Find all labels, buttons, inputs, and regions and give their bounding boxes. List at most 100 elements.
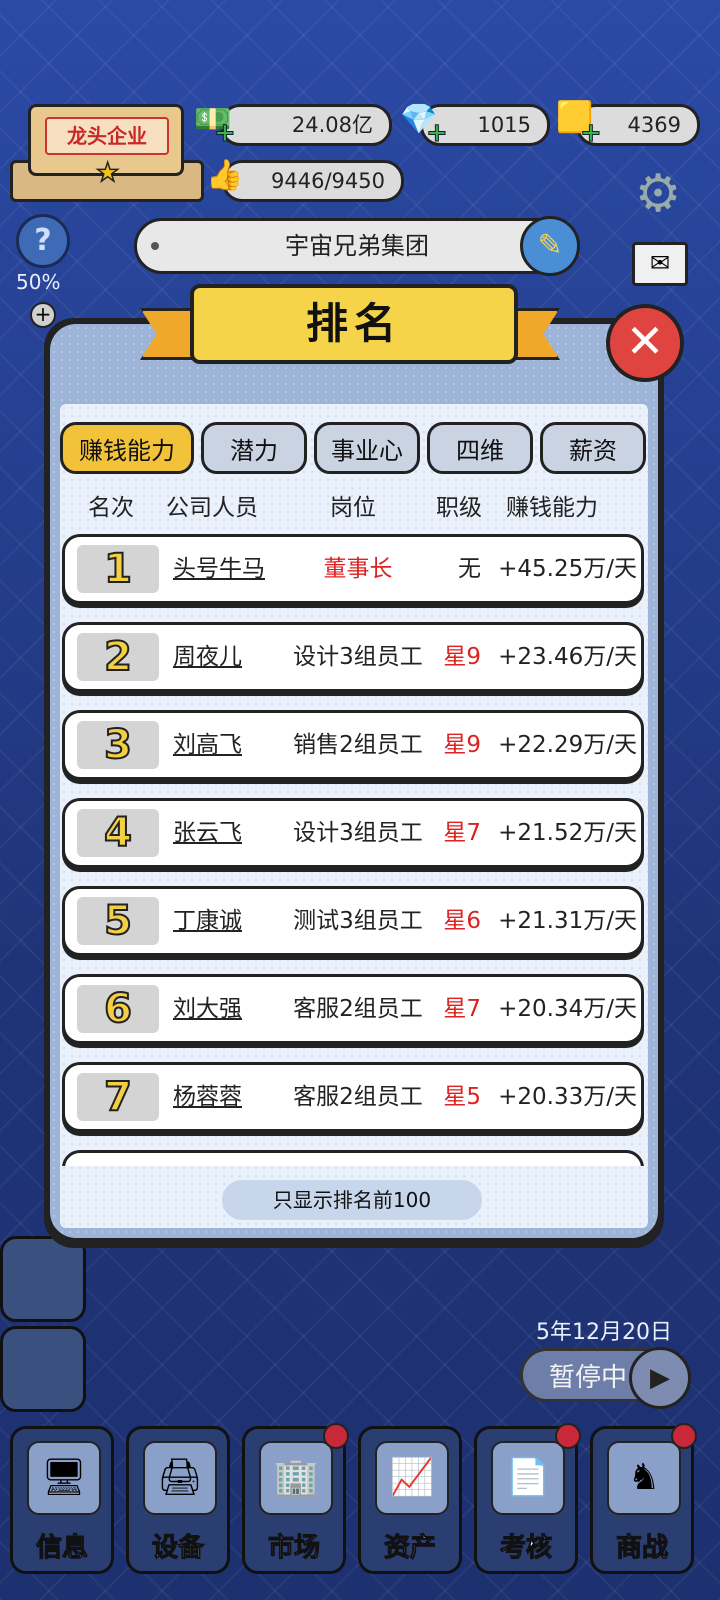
- member-earning: +22.29万/天: [498, 732, 637, 758]
- ranking-tabs: 赚钱能力 潜力 事业心 四维 薪资: [60, 422, 650, 478]
- member-level: 星6: [443, 908, 481, 934]
- nav-review[interactable]: 📄 考核: [474, 1423, 581, 1574]
- member-earning: +20.34万/天: [498, 996, 637, 1022]
- modal-title: 排名: [190, 284, 518, 364]
- star-icon: ★: [95, 157, 120, 189]
- title-ribbon: 排名: [140, 284, 560, 374]
- ranking-row-partial[interactable]: [62, 1150, 644, 1166]
- ranking-row[interactable]: 1 头号牛马 董事长 无 +45.25万/天: [62, 534, 644, 604]
- nav-equipment[interactable]: 🖨 设备: [126, 1426, 230, 1574]
- gear-icon[interactable]: ⚙: [630, 166, 686, 222]
- member-earning: +23.46万/天: [498, 644, 637, 670]
- member-name[interactable]: 刘高飞: [173, 713, 283, 777]
- tab-earning[interactable]: 赚钱能力: [60, 422, 194, 474]
- member-post: 销售2组员工: [293, 732, 423, 758]
- member-level: 星7: [443, 820, 481, 846]
- nav-assets[interactable]: 📈 资产: [358, 1426, 462, 1574]
- member-earning: +20.33万/天: [498, 1084, 637, 1110]
- member-post: 设计3组员工: [293, 644, 423, 670]
- play-icon[interactable]: ▶: [629, 1347, 691, 1409]
- tab-potential[interactable]: 潜力: [201, 422, 307, 474]
- company-level-plaque[interactable]: 龙头企业 ★: [10, 100, 204, 202]
- nav-market-label: 市场: [267, 1533, 320, 1564]
- member-level: 星9: [443, 644, 481, 670]
- side-book-button[interactable]: [0, 1236, 86, 1322]
- header-level: 职级: [436, 495, 482, 521]
- ranking-row[interactable]: 2 周夜儿 设计3组员工 星9 +23.46万/天: [62, 622, 644, 692]
- help-icon[interactable]: ?: [16, 214, 70, 268]
- rank-number: 5: [77, 897, 159, 945]
- member-post: 客服2组员工: [293, 1084, 423, 1110]
- ranking-list[interactable]: 1 头号牛马 董事长 无 +45.25万/天 2 周夜儿 设计3组员工 星9 +…: [60, 534, 650, 1166]
- column-headers: 名次 公司人员 岗位 职级 赚钱能力: [60, 488, 650, 524]
- rank-number: 2: [77, 633, 159, 681]
- document-icon: 📄: [491, 1441, 565, 1515]
- member-level: 星5: [443, 1084, 481, 1110]
- tab-salary[interactable]: 薪资: [540, 422, 646, 474]
- chart-up-icon: 📈: [375, 1441, 449, 1515]
- nav-assets-label: 资产: [383, 1533, 436, 1564]
- pause-label: 暂停中: [549, 1363, 628, 1393]
- header-post: 岗位: [330, 495, 376, 521]
- member-name[interactable]: 周夜儿: [173, 625, 283, 689]
- member-earning: +45.25万/天: [498, 556, 637, 582]
- likes-counter: 9446/9450: [222, 160, 404, 202]
- pause-button[interactable]: 暂停中 ▶: [520, 1347, 691, 1409]
- mail-icon[interactable]: ✉: [632, 242, 688, 286]
- member-post: 设计3组员工: [293, 820, 423, 846]
- add-icon[interactable]: +: [30, 302, 56, 328]
- member-post: 董事长: [323, 556, 393, 582]
- side-map-button[interactable]: [0, 1326, 86, 1412]
- nav-business-war[interactable]: ♞ 商战: [590, 1423, 697, 1574]
- rank-number: 1: [77, 545, 159, 593]
- member-level: 星9: [443, 732, 481, 758]
- member-name[interactable]: 头号牛马: [173, 537, 283, 601]
- tab-ambition[interactable]: 事业心: [314, 422, 420, 474]
- member-name[interactable]: 丁康诚: [173, 889, 283, 953]
- top-100-note: 只显示排名前100: [222, 1180, 482, 1220]
- chess-icon: ♞: [607, 1441, 681, 1515]
- tab-stats[interactable]: 四维: [427, 422, 533, 474]
- notification-badge: [323, 1423, 349, 1449]
- member-post: 客服2组员工: [293, 996, 423, 1022]
- bottom-nav: 🖥 信息 🖨 设备 🏢 市场 📈 资产 📄 考核 ♞ 商战: [0, 1420, 720, 1600]
- company-name: 宇宙兄弟集团: [285, 232, 429, 260]
- member-name[interactable]: 杨蓉蓉: [173, 1065, 283, 1129]
- nav-market[interactable]: 🏢 市场: [242, 1423, 349, 1574]
- ranking-row[interactable]: 6 刘大强 客服2组员工 星7 +20.34万/天: [62, 974, 644, 1044]
- member-level: 无: [458, 556, 481, 582]
- company-name-bar: 宇宙兄弟集团: [134, 218, 580, 274]
- thumbs-up-icon: 👍: [206, 158, 244, 193]
- nav-info-label: 信息: [35, 1533, 88, 1564]
- rank-number: 4: [77, 809, 159, 857]
- edit-pencil-icon[interactable]: ✎: [520, 216, 580, 276]
- ranking-row[interactable]: 4 张云飞 设计3组员工 星7 +21.52万/天: [62, 798, 644, 868]
- header-earning: 赚钱能力: [506, 495, 598, 521]
- add-money-icon[interactable]: +: [214, 118, 237, 149]
- member-earning: +21.31万/天: [498, 908, 637, 934]
- game-date: 5年12月20日: [536, 1320, 672, 1345]
- nav-business-war-label: 商战: [615, 1533, 668, 1564]
- header-rank: 名次: [88, 495, 134, 521]
- member-post: 测试3组员工: [293, 908, 423, 934]
- rank-number: 7: [77, 1073, 159, 1121]
- add-gold-icon[interactable]: +: [580, 118, 603, 149]
- building-icon: 🏢: [259, 1441, 333, 1515]
- ranking-row[interactable]: 5 丁康诚 测试3组员工 星6 +21.31万/天: [62, 886, 644, 956]
- add-diamond-icon[interactable]: +: [426, 118, 449, 149]
- rank-number: 3: [77, 721, 159, 769]
- ranking-row[interactable]: 7 杨蓉蓉 客服2组员工 星5 +20.33万/天: [62, 1062, 644, 1132]
- monitor-icon: 🖥: [27, 1441, 101, 1515]
- printer-icon: 🖨: [143, 1441, 217, 1515]
- nav-info[interactable]: 🖥 信息: [10, 1426, 114, 1574]
- member-earning: +21.52万/天: [498, 820, 637, 846]
- nav-equipment-label: 设备: [151, 1533, 204, 1564]
- close-icon[interactable]: ✕: [606, 304, 684, 382]
- company-level-label: 龙头企业: [45, 117, 169, 155]
- money-counter: 24.08亿: [220, 104, 392, 146]
- ranking-row[interactable]: 3 刘高飞 销售2组员工 星9 +22.29万/天: [62, 710, 644, 780]
- notification-badge: [671, 1423, 697, 1449]
- member-name[interactable]: 刘大强: [173, 977, 283, 1041]
- notification-badge: [555, 1423, 581, 1449]
- member-name[interactable]: 张云飞: [173, 801, 283, 865]
